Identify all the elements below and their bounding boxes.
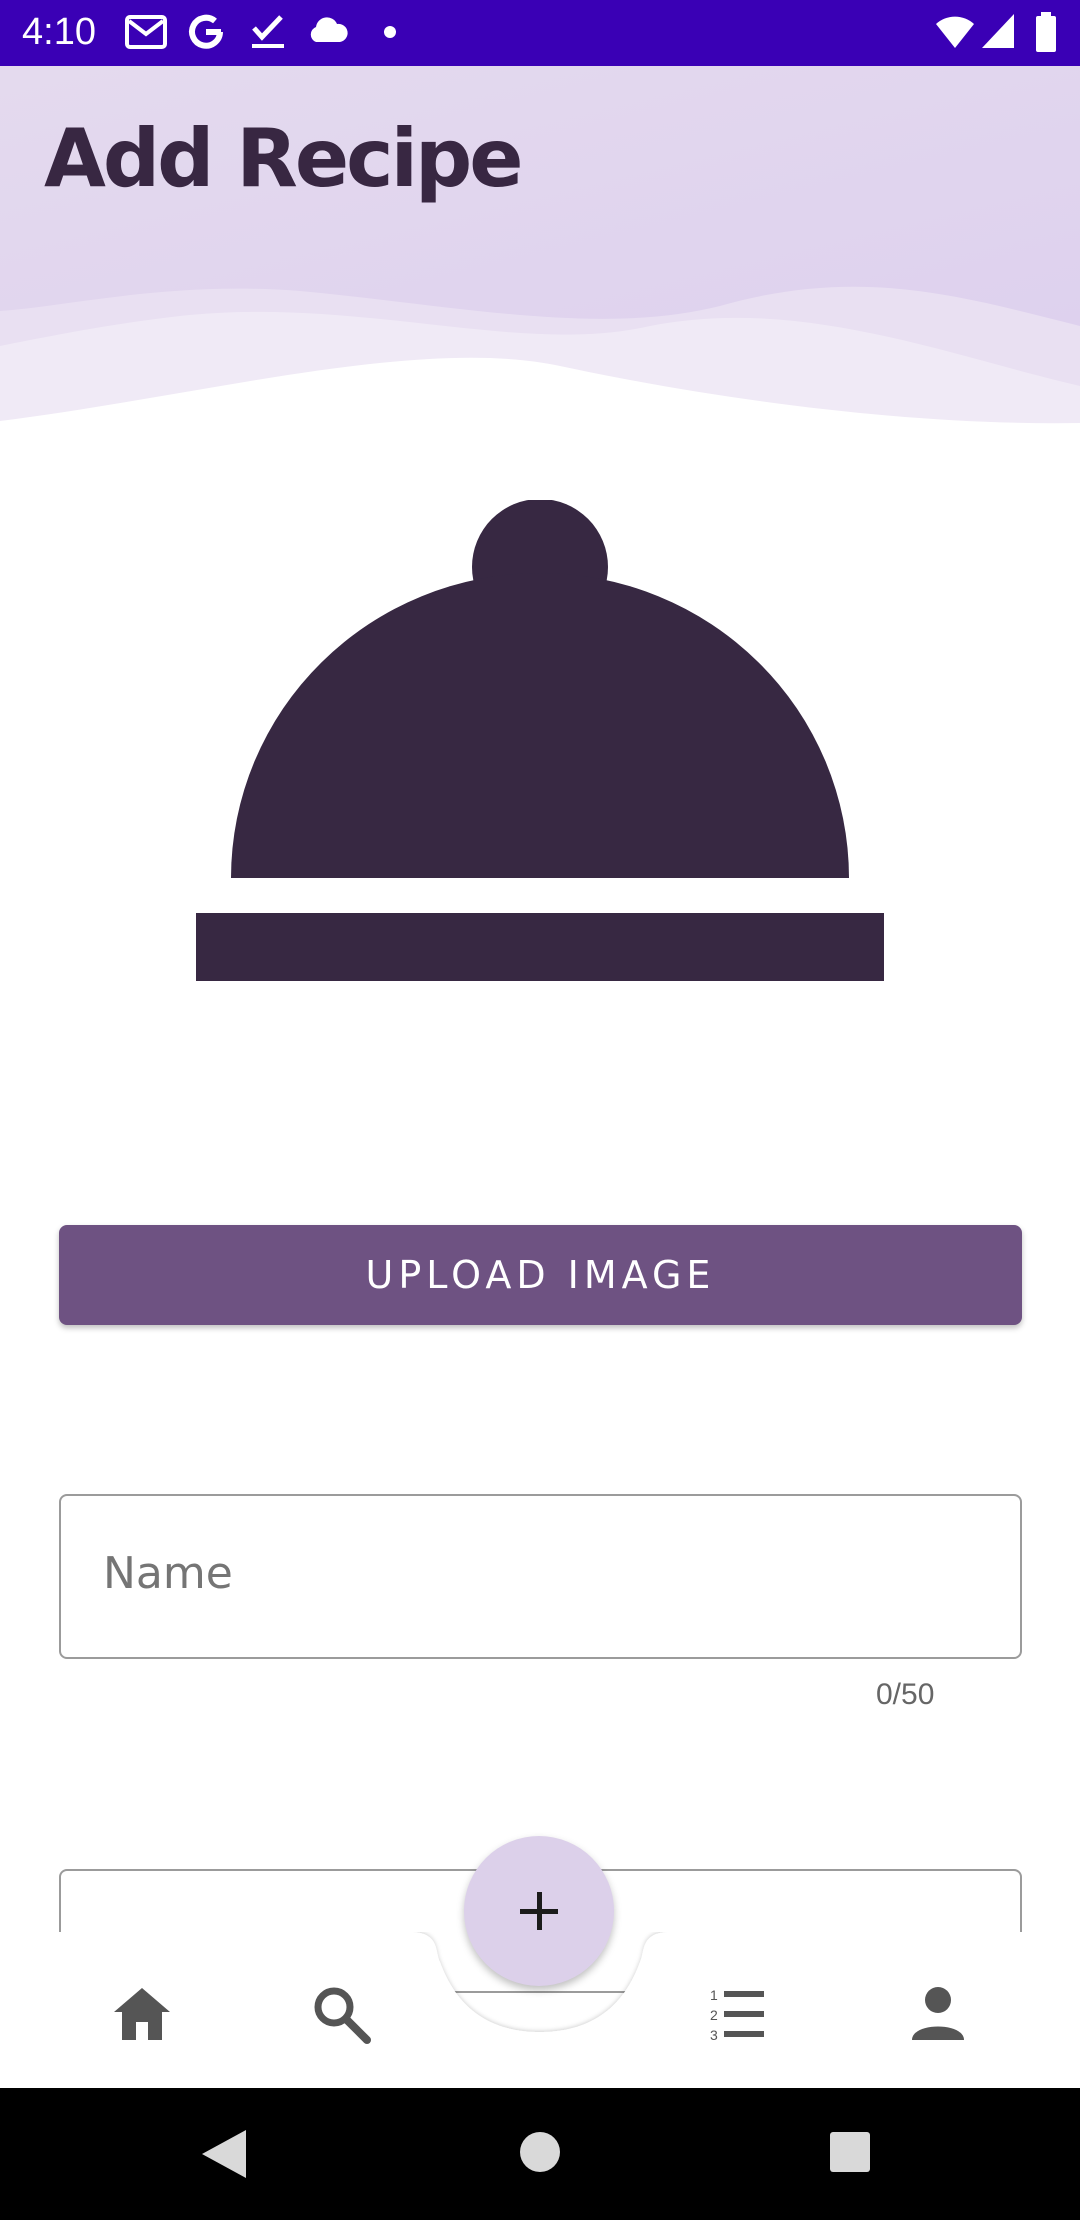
search-icon[interactable]: [309, 1982, 373, 2046]
svg-text:2: 2: [710, 2007, 718, 2023]
name-field[interactable]: Name: [59, 1494, 1022, 1659]
cloud-icon: [310, 17, 348, 42]
dot-icon: [384, 26, 396, 38]
wifi-icon: [936, 16, 974, 48]
svg-text:1: 1: [710, 1987, 718, 2003]
status-bar: 4:10: [0, 0, 1080, 66]
google-icon: [189, 14, 223, 49]
list-numbered-icon[interactable]: 1 2 3: [706, 1982, 770, 2046]
name-placeholder: Name: [103, 1548, 233, 1599]
add-recipe-fab[interactable]: [464, 1836, 614, 1986]
svg-text:3: 3: [710, 2027, 718, 2043]
status-time: 4:10: [22, 11, 96, 53]
recents-square-icon[interactable]: [828, 2130, 872, 2174]
home-circle-icon[interactable]: [518, 2130, 562, 2174]
upload-image-button[interactable]: UPLOAD IMAGE: [59, 1225, 1022, 1325]
gmail-icon: [125, 15, 167, 49]
home-icon[interactable]: [110, 1982, 174, 2046]
person-icon[interactable]: [906, 1982, 970, 2046]
battery-icon: [1036, 12, 1056, 52]
back-icon[interactable]: [200, 2128, 250, 2180]
plus-icon: [520, 1892, 558, 1930]
tasks-check-icon: [252, 15, 284, 48]
signal-icon: [982, 14, 1014, 48]
name-character-counter: 0/50: [876, 1678, 935, 1711]
system-nav-bar: [0, 2088, 1080, 2220]
cloche-icon[interactable]: [195, 500, 885, 985]
page-title: Add Recipe: [44, 112, 524, 205]
